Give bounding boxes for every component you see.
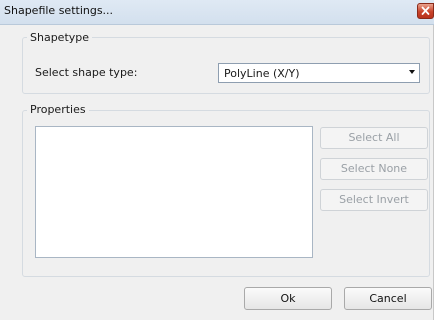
ok-button[interactable]: Ok — [244, 287, 332, 310]
properties-listbox[interactable] — [35, 126, 313, 258]
chevron-down-icon — [409, 70, 415, 74]
cancel-button[interactable]: Cancel — [344, 287, 432, 310]
select-shape-type-label: Select shape type: — [35, 66, 138, 79]
shapetype-group-label: Shapetype — [27, 31, 93, 44]
select-invert-button[interactable]: Select Invert — [320, 189, 428, 211]
shape-type-dropdown[interactable]: PolyLine (X/Y) — [218, 63, 420, 83]
shape-type-selected-value: PolyLine (X/Y) — [224, 67, 300, 80]
select-none-button[interactable]: Select None — [320, 158, 428, 180]
shapefile-settings-dialog: Shapefile settings... Shapetype Select s… — [0, 0, 434, 320]
dialog-title: Shapefile settings... — [4, 4, 114, 17]
title-bar[interactable]: Shapefile settings... — [0, 0, 434, 25]
properties-group-label: Properties — [27, 103, 89, 116]
close-button[interactable] — [417, 3, 434, 19]
select-all-button[interactable]: Select All — [320, 127, 428, 149]
close-icon — [421, 6, 430, 15]
